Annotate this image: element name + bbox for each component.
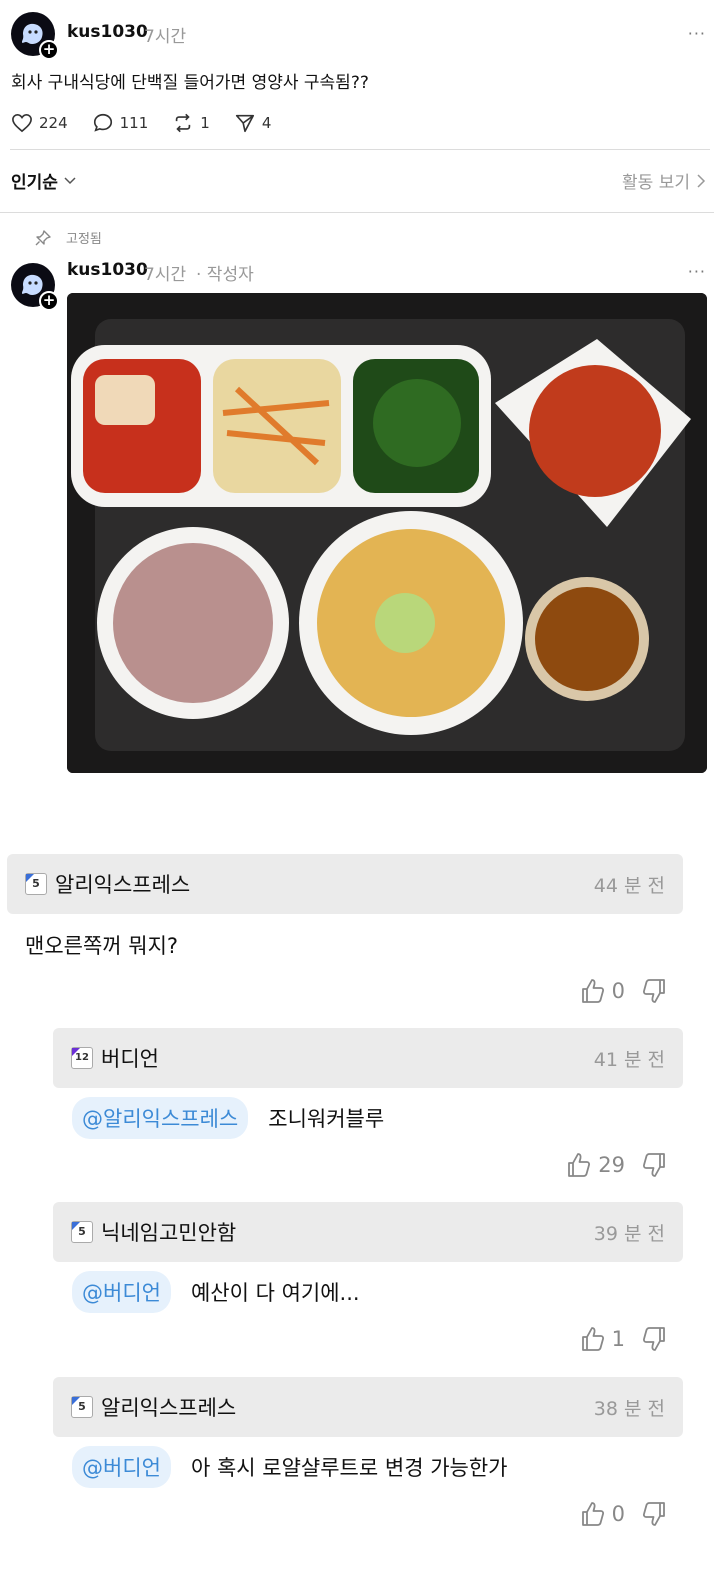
reply-time: 7시간 <box>144 265 187 285</box>
like-count: 29 <box>598 1153 625 1177</box>
comment-time: 41 분 전 <box>593 1048 665 1071</box>
post-username[interactable]: kus1030 <box>67 22 148 42</box>
post-time: 7시간 <box>144 27 187 47</box>
share-count: 4 <box>261 114 272 132</box>
author-tag: · 작성자 <box>196 265 254 285</box>
comment-header[interactable]: 5 닉네임고민안함 39 분 전 <box>53 1202 683 1262</box>
food-tray-photo[interactable] <box>67 293 707 773</box>
like-count: 0 <box>611 979 625 1003</box>
comment-body: @버디언 아 혹시 로얄샬루트로 변경 가능한가 <box>72 1446 507 1488</box>
thumbs-down-icon[interactable] <box>641 1501 667 1527</box>
post-more-icon[interactable]: ··· <box>688 24 706 43</box>
chevron-down-icon <box>64 176 76 184</box>
mention-tag[interactable]: @버디언 <box>72 1271 171 1313</box>
level-badge-icon: 5 <box>71 1396 93 1418</box>
heart-icon <box>12 113 32 133</box>
thumbs-down-icon[interactable] <box>641 1326 667 1352</box>
level-badge-icon: 5 <box>25 873 47 895</box>
comment-body: 맨오른쪽꺼 뭐지? <box>25 930 178 960</box>
comment-author[interactable]: 알리익스프레스 <box>101 1392 594 1422</box>
comment-bubble-icon <box>93 113 112 132</box>
vote-controls: 29 <box>566 1152 667 1178</box>
reply-username[interactable]: kus1030 <box>67 260 148 280</box>
comment-count: 111 <box>119 114 149 132</box>
comment-author[interactable]: 버디언 <box>101 1043 594 1073</box>
food-tray-illustration <box>67 293 707 773</box>
like-count: 1 <box>611 1327 625 1351</box>
repost-stat[interactable]: 1 <box>172 112 210 134</box>
comment-body: @알리익스프레스 조니워커블루 <box>72 1097 384 1139</box>
thumbs-down-icon[interactable] <box>641 1152 667 1178</box>
thumbs-down-icon[interactable] <box>641 978 667 1004</box>
comment-text: 예산이 다 여기에... <box>190 1281 360 1305</box>
avatar[interactable]: + <box>11 12 59 60</box>
reply-more-icon[interactable]: ··· <box>688 262 706 281</box>
send-icon <box>235 114 254 133</box>
thumbs-up-icon[interactable] <box>580 978 606 1004</box>
chevron-right-icon <box>697 173 706 188</box>
pin-icon <box>35 229 51 245</box>
comment-author[interactable]: 알리익스프레스 <box>55 869 594 899</box>
vote-controls: 0 <box>580 1501 667 1527</box>
sort-label: 인기순 <box>11 173 58 193</box>
comment-time: 39 분 전 <box>593 1222 665 1245</box>
divider <box>0 212 714 213</box>
like-count: 0 <box>611 1502 625 1526</box>
pinned-text: 고정됨 <box>66 232 102 247</box>
vote-controls: 1 <box>580 1326 667 1352</box>
pinned-label: 고정됨 <box>34 228 102 247</box>
level-badge-icon: 5 <box>71 1221 93 1243</box>
post-text: 회사 구내식당에 단백질 들어가면 영양사 구속됨?? <box>11 73 369 93</box>
comment-header[interactable]: 5 알리익스프레스 44 분 전 <box>7 854 683 914</box>
comment-author[interactable]: 닉네임고민안함 <box>101 1217 594 1247</box>
follow-plus-icon[interactable]: + <box>39 40 59 60</box>
comment-time: 44 분 전 <box>593 874 665 897</box>
mention-tag[interactable]: @알리익스프레스 <box>72 1097 249 1139</box>
repost-count: 1 <box>200 114 210 132</box>
comment-text: 아 혹시 로얄샬루트로 변경 가능한가 <box>190 1456 508 1480</box>
comment-body: @버디언 예산이 다 여기에... <box>72 1271 360 1313</box>
thumbs-up-icon[interactable] <box>580 1501 606 1527</box>
thumbs-up-icon[interactable] <box>580 1326 606 1352</box>
comment-header[interactable]: 5 알리익스프레스 38 분 전 <box>53 1377 683 1437</box>
follow-plus-icon[interactable]: + <box>39 291 59 311</box>
divider <box>10 149 710 150</box>
comment-stat[interactable]: 111 <box>92 112 149 134</box>
level-badge-icon: 12 <box>71 1047 93 1069</box>
repost-icon <box>176 113 191 133</box>
avatar[interactable]: + <box>11 263 59 311</box>
share-stat[interactable]: 4 <box>234 112 272 134</box>
activity-label: 활동 보기 <box>622 173 690 193</box>
comment-text: 맨오른쪽꺼 뭐지? <box>25 934 179 958</box>
vote-controls: 0 <box>580 978 667 1004</box>
comment-text: 조니워커블루 <box>268 1107 385 1131</box>
post-stats: 224 111 1 4 <box>11 112 295 134</box>
activity-link[interactable]: 활동 보기 <box>622 168 706 193</box>
thumbs-up-icon[interactable] <box>566 1152 592 1178</box>
like-count: 224 <box>39 114 68 132</box>
sort-dropdown[interactable]: 인기순 <box>11 168 76 193</box>
like-stat[interactable]: 224 <box>11 113 68 133</box>
comment-header[interactable]: 12 버디언 41 분 전 <box>53 1028 683 1088</box>
mention-tag[interactable]: @버디언 <box>72 1446 171 1488</box>
comment-time: 38 분 전 <box>593 1397 665 1420</box>
